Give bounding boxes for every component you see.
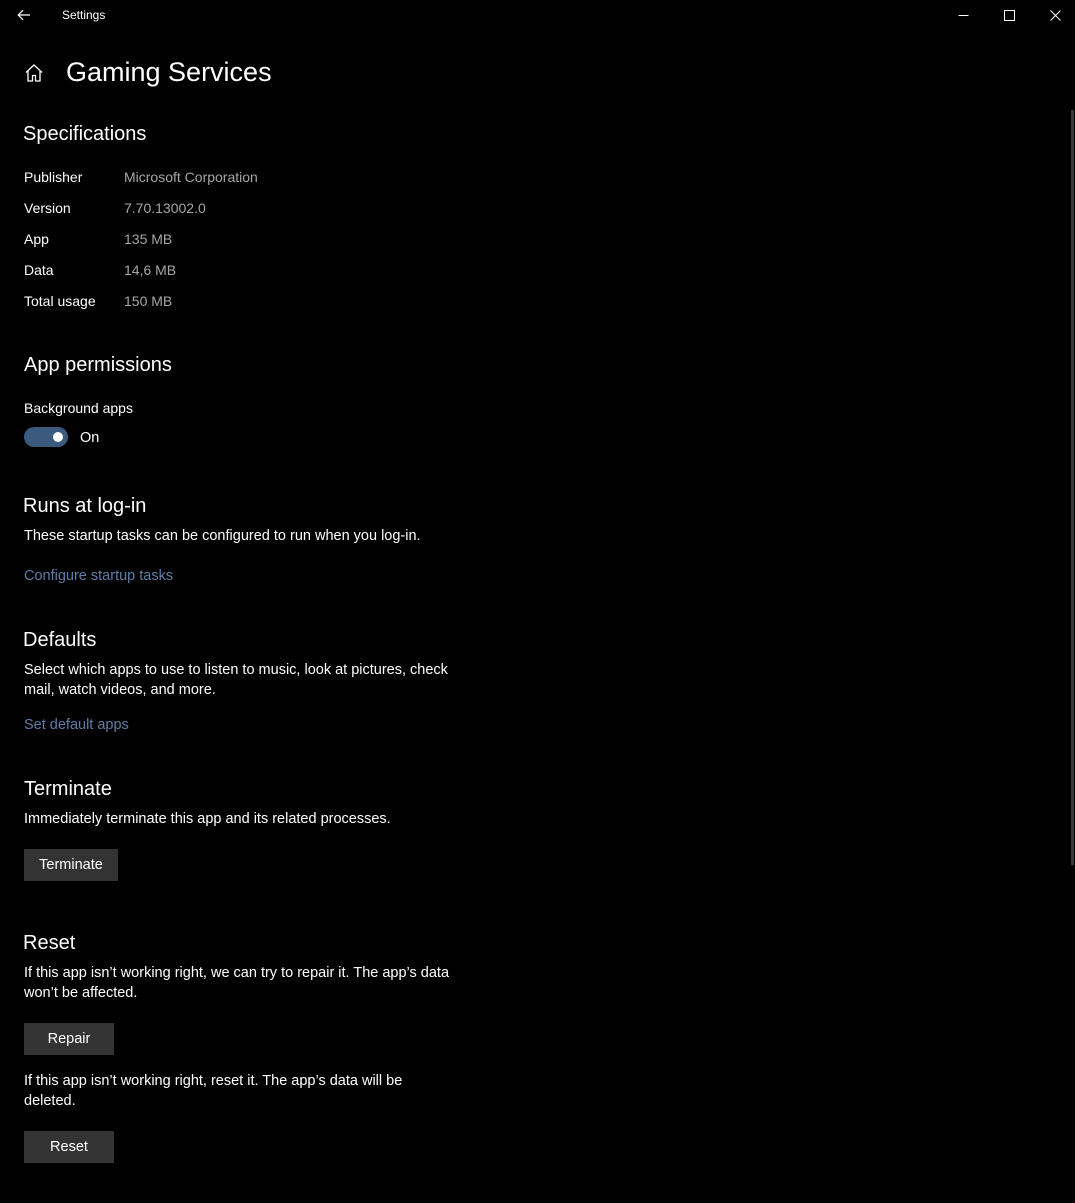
reset-description: If this app isn’t working right, reset i… [24,1073,403,1109]
spec-value-total-usage: 150 MB [124,293,173,309]
set-default-apps-link[interactable]: Set default apps [24,715,129,735]
spec-label-data: Data [24,262,54,278]
spec-value-data: 14,6 MB [124,262,177,278]
background-apps-toggle[interactable] [24,427,68,447]
runs-at-login-heading: Runs at log-in [23,495,147,517]
page-title: Gaming Services [66,57,272,87]
configure-startup-tasks-link[interactable]: Configure startup tasks [24,566,173,586]
settings-window: Settings Gaming Services Specifications [0,0,1075,1203]
repair-description: If this app isn’t working right, we can … [24,965,450,1001]
specifications-heading: Specifications [23,123,147,145]
spec-label-publisher: Publisher [24,169,83,185]
close-button[interactable] [1032,0,1075,30]
minimize-icon [958,14,968,16]
scrollbar[interactable] [1071,110,1074,865]
toggle-knob [53,432,63,442]
terminate-description: Immediately terminate this app and its r… [24,811,391,827]
home-button[interactable] [22,61,46,85]
spec-label-total-usage: Total usage [24,293,96,309]
repair-button[interactable]: Repair [24,1023,114,1055]
close-icon [1049,9,1061,21]
reset-heading: Reset [23,932,76,954]
maximize-icon [1003,9,1015,21]
app-permissions-heading: App permissions [24,354,172,376]
title-bar: Settings [0,0,1075,32]
page-header: Gaming Services [22,56,272,90]
back-arrow-icon [17,9,30,21]
spec-value-publisher: Microsoft Corporation [124,169,258,185]
spec-label-version: Version [24,200,71,216]
background-apps-label: Background apps [24,400,133,416]
terminate-heading: Terminate [24,778,112,800]
defaults-heading: Defaults [23,629,97,651]
spec-value-version: 7.70.13002.0 [124,200,206,216]
defaults-description: Select which apps to use to listen to mu… [24,662,448,698]
reset-button[interactable]: Reset [24,1131,114,1163]
maximize-button[interactable] [986,0,1032,30]
window-title: Settings [62,8,106,22]
home-icon [25,64,43,82]
terminate-button[interactable]: Terminate [24,849,118,881]
spec-label-app: App [24,231,49,247]
back-button[interactable] [8,0,40,30]
runs-at-login-description: These startup tasks can be configured to… [24,528,421,544]
spec-value-app: 135 MB [124,231,173,247]
minimize-button[interactable] [940,0,986,30]
toggle-state-label: On [80,430,100,446]
